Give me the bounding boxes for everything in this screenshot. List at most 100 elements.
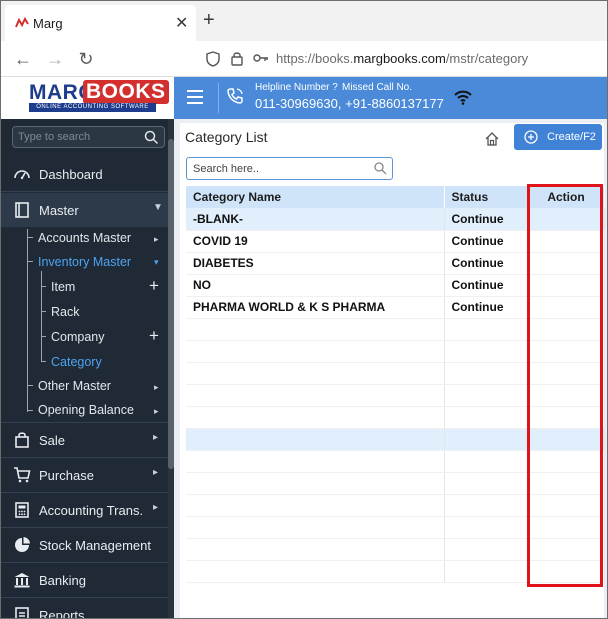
empty-cell	[186, 340, 445, 363]
empty-row	[186, 406, 605, 429]
empty-cell	[528, 560, 605, 583]
sidebar-sub-rack[interactable]: Rack	[51, 305, 79, 319]
empty-cell	[444, 428, 529, 451]
empty-row	[186, 450, 605, 473]
caret-right-icon: ▸	[154, 406, 159, 416]
add-company-icon[interactable]: +	[149, 327, 159, 344]
sidebar-sub-opening-balance[interactable]: Opening Balance	[38, 403, 134, 417]
action-cell[interactable]	[528, 252, 605, 275]
logo-books-text: BOOKS	[83, 80, 169, 104]
table-row[interactable]: NO Continue	[186, 274, 605, 297]
caret-right-icon: ▸	[153, 467, 159, 478]
sidebar-search-input[interactable]	[18, 129, 138, 145]
content-panel: Category List Create/F2 Search here.. Ca…	[180, 123, 605, 618]
add-item-icon[interactable]: +	[149, 277, 159, 294]
sidebar-sub-other-master[interactable]: Other Master	[38, 379, 111, 393]
navigation-bar: ← → ↻ https://books.margbooks.com/mstr/c…	[1, 41, 607, 77]
action-cell[interactable]	[528, 208, 605, 231]
sidebar: Dashboard Master ▼ Accounts Master ▸ Inv…	[1, 119, 174, 618]
action-cell[interactable]	[528, 274, 605, 297]
margbooks-logo[interactable]: MARG BOOKS ONLINE ACCOUNTING SOFTWARE	[1, 77, 174, 119]
empty-cell	[186, 472, 445, 495]
header-bar: Helpline Number ? Missed Call No. 011-30…	[174, 77, 607, 119]
sidebar-item-banking[interactable]: Banking	[1, 563, 168, 597]
empty-cell	[528, 538, 605, 561]
search-icon[interactable]	[144, 130, 159, 145]
category-name-cell: PHARMA WORLD & K S PHARMA	[186, 296, 445, 319]
caret-down-icon: ▼	[153, 202, 163, 213]
sidebar-item-reports[interactable]: Reports	[1, 598, 168, 618]
tree-line	[41, 286, 46, 287]
key-icon[interactable]	[253, 53, 269, 63]
url-path: /mstr/category	[445, 51, 529, 66]
sidebar-sub-accounts-master[interactable]: Accounts Master	[38, 231, 131, 245]
sidebar-item-label: Stock Management	[39, 538, 152, 553]
caret-right-icon: ▸	[154, 234, 159, 244]
reload-icon[interactable]: ↻	[76, 49, 96, 69]
sidebar-sub-company[interactable]: Company	[51, 330, 105, 344]
app-header: MARG BOOKS ONLINE ACCOUNTING SOFTWARE He…	[1, 77, 607, 119]
close-tab-icon[interactable]: ✕	[175, 13, 188, 33]
sidebar-item-master[interactable]: Master ▼	[1, 193, 168, 227]
sidebar-sub-category[interactable]: Category	[51, 355, 102, 369]
sidebar-sub-item[interactable]: Item	[51, 280, 75, 294]
bank-icon	[14, 573, 30, 588]
empty-row	[186, 362, 605, 385]
forward-arrow-icon[interactable]: →	[45, 49, 65, 69]
lock-icon[interactable]	[231, 51, 243, 66]
table-row[interactable]: -BLANK- Continue	[186, 208, 605, 231]
marg-favicon-icon	[15, 16, 29, 28]
sidebar-item-stock-management[interactable]: Stock Management	[1, 528, 168, 562]
empty-cell	[444, 406, 529, 429]
caret-right-icon: ▸	[154, 382, 159, 392]
action-cell[interactable]	[528, 230, 605, 253]
column-header-status[interactable]: Status	[444, 186, 529, 208]
sidebar-item-accounting-trans[interactable]: Accounting Trans. ▸	[1, 493, 168, 527]
sidebar-search	[12, 126, 165, 148]
sidebar-item-dashboard[interactable]: Dashboard	[1, 157, 168, 191]
shield-icon[interactable]	[206, 51, 220, 67]
action-cell[interactable]	[528, 296, 605, 319]
table-row[interactable]: COVID 19 Continue	[186, 230, 605, 253]
empty-row	[186, 472, 605, 495]
empty-cell	[444, 494, 529, 517]
url-prefix: https://books.	[276, 51, 354, 66]
empty-cell	[186, 538, 445, 561]
empty-cell	[528, 516, 605, 539]
header-divider	[218, 83, 219, 113]
tree-line	[27, 261, 33, 262]
url-bar[interactable]: https://books.margbooks.com/mstr/categor…	[276, 51, 528, 66]
status-cell: Continue	[444, 230, 529, 253]
create-button[interactable]: Create/F2	[514, 124, 602, 150]
hamburger-menu-icon[interactable]	[187, 90, 203, 104]
empty-row	[186, 384, 605, 407]
sidebar-item-purchase[interactable]: Purchase ▸	[1, 458, 168, 492]
table-row[interactable]: DIABETES Continue	[186, 252, 605, 275]
sidebar-item-label: Dashboard	[39, 167, 103, 182]
search-icon[interactable]	[374, 162, 387, 175]
empty-cell	[186, 362, 445, 385]
tree-line	[41, 311, 46, 312]
helpline-label[interactable]: Helpline Number ?	[255, 82, 338, 93]
sidebar-item-sale[interactable]: Sale ▸	[1, 423, 168, 457]
browser-tab[interactable]: Marg ✕	[5, 5, 196, 41]
empty-cell	[186, 428, 445, 451]
empty-row	[186, 318, 605, 341]
home-icon[interactable]	[484, 131, 500, 147]
column-header-category-name[interactable]: Category Name	[186, 186, 445, 208]
empty-cell	[444, 384, 529, 407]
page-title: Category List	[185, 129, 268, 145]
category-name-cell: COVID 19	[186, 230, 445, 253]
empty-cell	[528, 450, 605, 473]
new-tab-icon[interactable]: +	[203, 10, 215, 30]
table-row[interactable]: PHARMA WORLD & K S PHARMA Continue	[186, 296, 605, 319]
empty-row	[186, 428, 605, 451]
plus-circle-icon	[524, 130, 538, 144]
status-cell: Continue	[444, 296, 529, 319]
status-cell: Continue	[444, 252, 529, 275]
table-search-input[interactable]	[193, 161, 368, 177]
empty-cell	[528, 362, 605, 385]
empty-row	[186, 516, 605, 539]
sidebar-sub-inventory-master[interactable]: Inventory Master	[38, 255, 131, 269]
back-arrow-icon[interactable]: ←	[13, 49, 33, 69]
